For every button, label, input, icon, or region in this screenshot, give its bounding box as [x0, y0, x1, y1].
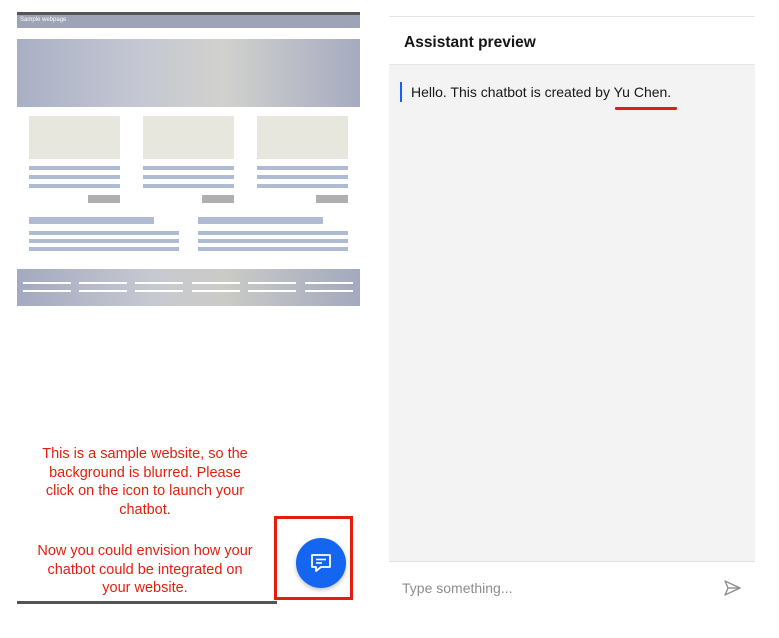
chat-launcher-button[interactable]	[296, 538, 346, 588]
site-footer-link	[23, 290, 71, 292]
annotation-line: click on the icon to launch your	[45, 483, 245, 499]
message-input-area	[389, 561, 755, 638]
site-header-bar: Sample webpage	[17, 15, 360, 28]
site-text-line	[257, 166, 348, 170]
site-footer-link	[79, 290, 127, 292]
site-card-button	[202, 195, 234, 203]
site-bottom-border	[17, 601, 277, 604]
assistant-preview-panel: Assistant preview Hello. This chatbot is…	[389, 16, 755, 638]
site-card-button	[316, 195, 348, 203]
site-text-line	[29, 231, 179, 235]
site-text-line	[143, 166, 234, 170]
annotation-line: chatbot could be integrated on	[47, 561, 243, 578]
panel-header: Assistant preview	[389, 16, 755, 65]
site-column-heading	[29, 217, 154, 224]
site-text-line	[198, 231, 348, 235]
annotation-line: Now you could envision how your	[37, 543, 253, 559]
panel-title: Assistant preview	[404, 34, 536, 51]
site-footer-link	[135, 282, 183, 284]
site-footer-link	[192, 282, 240, 284]
site-footer-link	[135, 290, 183, 292]
site-card-image	[29, 116, 120, 159]
annotation-note-1: This is a sample website, so the backgro…	[20, 445, 270, 519]
site-text-line	[257, 175, 348, 179]
site-column-heading	[198, 217, 323, 224]
site-text-line	[29, 175, 120, 179]
site-text-line	[143, 175, 234, 179]
message-author-name: Yu Chen.	[613, 84, 672, 100]
site-footer-link	[79, 282, 127, 284]
annotation-line: background is blurred. Please	[49, 464, 241, 481]
site-footer-link	[248, 290, 296, 292]
site-footer-link	[305, 290, 353, 292]
site-text-line	[257, 184, 348, 188]
site-footer-link	[248, 282, 296, 284]
message-text: Hello. This chatbot is created by	[411, 84, 614, 100]
site-text-line	[29, 166, 120, 170]
send-icon	[724, 580, 741, 596]
site-header-label: Sample webpage	[20, 17, 67, 23]
site-card-image	[143, 116, 234, 159]
message-accent-bar	[400, 82, 402, 102]
annotation-line: This is a sample website, so the	[42, 446, 248, 462]
site-text-line	[29, 239, 179, 243]
chat-icon	[311, 554, 331, 572]
site-footer-band	[17, 269, 360, 306]
send-button[interactable]	[721, 578, 743, 600]
site-hero-banner	[17, 39, 360, 107]
site-text-line	[198, 239, 348, 243]
annotation-underline	[615, 107, 677, 110]
bot-message: Hello. This chatbot is created by Yu Che…	[411, 84, 671, 100]
site-footer-link	[192, 290, 240, 292]
site-text-line	[143, 184, 234, 188]
annotation-line: your website.	[102, 580, 188, 596]
site-card-image	[257, 116, 348, 159]
site-footer-link	[23, 282, 71, 284]
annotation-note-2: Now you could envision how your chatbot …	[20, 542, 270, 598]
site-text-line	[29, 247, 179, 251]
annotation-line: chatbot.	[119, 501, 171, 518]
site-text-line	[29, 184, 120, 188]
site-footer-link	[305, 282, 353, 284]
site-card-button	[88, 195, 120, 203]
site-text-line	[198, 247, 348, 251]
message-input[interactable]	[402, 576, 702, 600]
